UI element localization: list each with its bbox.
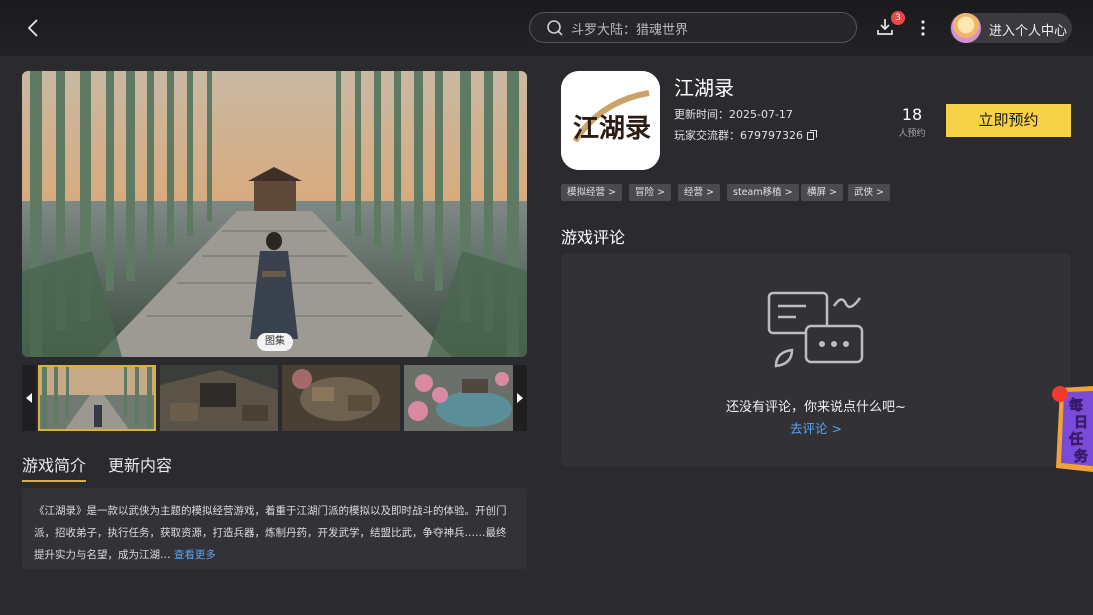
- search-placeholder: 斗罗大陆：猎魂世界: [571, 23, 689, 38]
- copy-icon[interactable]: [807, 130, 817, 140]
- reviews-heading: 游戏评论: [561, 228, 626, 247]
- see-more-link[interactable]: 查看更多: [174, 549, 216, 561]
- go-review-link[interactable]: 去评论 >: [790, 421, 842, 436]
- thumbnail-image: [160, 365, 278, 431]
- caret-right-icon: [517, 393, 523, 403]
- reservation-count-label: 人预约: [898, 129, 926, 139]
- more-options-icon[interactable]: [916, 18, 930, 38]
- thumbnail-4[interactable]: [404, 365, 522, 431]
- thumb-next-button[interactable]: [513, 365, 527, 431]
- player-group-number: 679797326: [740, 129, 803, 142]
- tag-item[interactable]: 武侠 >: [848, 184, 890, 201]
- reserve-button[interactable]: 立即预约: [946, 104, 1071, 137]
- app-logo-image: 江湖录: [561, 71, 660, 170]
- go-review-row: 去评论 >: [561, 418, 1071, 437]
- tag-item[interactable]: 模拟经营 >: [561, 184, 622, 201]
- back-arrow-icon[interactable]: [22, 16, 46, 40]
- search-icon: [547, 20, 563, 36]
- update-time: 更新时间：2025-07-17: [674, 106, 793, 122]
- tag-item[interactable]: 经营 >: [678, 184, 720, 201]
- thumbnail-strip: [22, 365, 527, 431]
- reservation-count: 18: [901, 105, 923, 124]
- description-text: 《江湖录》是一款以武侠为主题的模拟经营游戏，着重于江湖门派的模拟以及即时战斗的体…: [34, 505, 507, 561]
- tag-item[interactable]: 横屏 >: [801, 184, 843, 201]
- hero-scene-image: [22, 71, 527, 357]
- download-count-badge: 3: [891, 11, 905, 25]
- user-center-label: 进入个人中心: [989, 24, 1068, 39]
- player-group: 玩家交流群：679797326: [674, 127, 817, 143]
- thumbnail-1[interactable]: [38, 365, 156, 431]
- thumbnail-image: [282, 365, 400, 431]
- thumbnail-image: [38, 365, 156, 431]
- user-center-button[interactable]: 进入个人中心: [950, 13, 1072, 43]
- app-logo-text: 江湖录: [573, 114, 651, 144]
- game-title: 江湖录: [674, 76, 734, 100]
- no-comments-text: 还没有评论，你来说点什么吧~: [726, 400, 906, 415]
- daily-task-notification-dot: [1052, 386, 1068, 402]
- update-time-value: 2025-07-17: [729, 108, 793, 121]
- hero-screenshot[interactable]: [22, 71, 527, 357]
- player-group-label: 玩家交流群：: [674, 129, 740, 142]
- tag-item[interactable]: steam移植 >: [727, 184, 799, 201]
- thumb-prev-button[interactable]: [22, 365, 36, 431]
- thumbnail-3[interactable]: [282, 365, 400, 431]
- caret-left-icon: [26, 393, 32, 403]
- avatar: [951, 13, 981, 43]
- gallery-button[interactable]: 图集: [257, 333, 293, 351]
- app-icon: 江湖录: [561, 71, 660, 170]
- tag-item[interactable]: 冒险 >: [629, 184, 671, 201]
- tab-intro[interactable]: 游戏简介: [22, 452, 87, 482]
- tab-update[interactable]: 更新内容: [108, 452, 172, 476]
- empty-comments-icon: [767, 291, 864, 368]
- thumbnail-2[interactable]: [160, 365, 278, 431]
- search-bar[interactable]: 斗罗大陆：猎魂世界: [529, 12, 857, 43]
- description-panel: 《江湖录》是一款以武侠为主题的模拟经营游戏，着重于江湖门派的模拟以及即时战斗的体…: [22, 488, 527, 569]
- thumbnail-image: [404, 365, 522, 431]
- update-time-label: 更新时间：: [674, 108, 729, 121]
